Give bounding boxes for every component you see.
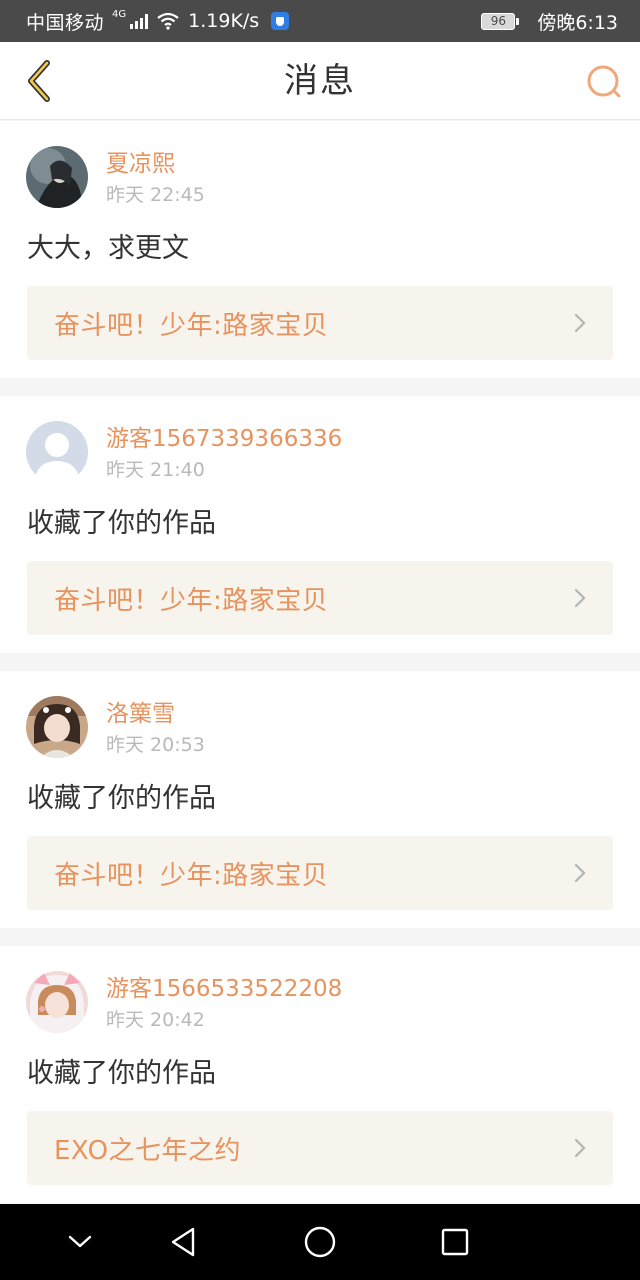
message-card: 游客1567339366336 昨天 21:40 收藏了你的作品 奋斗吧！少年:… — [0, 396, 640, 653]
chevron-right-icon — [574, 1138, 586, 1158]
system-recents-button[interactable] — [435, 1222, 475, 1262]
message-header: 游客1566533522208 昨天 20:42 — [26, 971, 342, 1035]
message-meta: 游客1566533522208 昨天 20:42 — [106, 971, 342, 1035]
home-circle-icon — [304, 1226, 336, 1258]
wifi-icon — [157, 12, 179, 30]
message-text: 收藏了你的作品 — [27, 1058, 216, 1089]
avatar[interactable] — [26, 146, 88, 208]
message-card: 洛篥雪 昨天 20:53 收藏了你的作品 奋斗吧！少年:路家宝贝 — [0, 671, 640, 928]
network-type: 4G — [112, 8, 127, 20]
chevron-right-icon — [574, 588, 586, 608]
clock: 傍晚6:13 — [537, 11, 618, 34]
message-header: 洛篥雪 昨天 20:53 — [26, 696, 205, 760]
hide-nav-button[interactable] — [60, 1222, 100, 1262]
message-meta: 洛篥雪 昨天 20:53 — [106, 696, 205, 760]
work-title: 奋斗吧！少年:路家宝贝 — [54, 310, 329, 341]
username[interactable]: 洛篥雪 — [106, 700, 205, 728]
username[interactable]: 游客1566533522208 — [106, 975, 342, 1003]
chevron-right-icon — [574, 313, 586, 333]
work-link[interactable]: EXO之七年之约 — [27, 1111, 613, 1185]
work-title: 奋斗吧！少年:路家宝贝 — [54, 860, 329, 891]
header-bar: 消息 — [0, 42, 640, 120]
message-meta: 夏凉熙 昨天 22:45 — [106, 146, 205, 210]
work-title: EXO之七年之约 — [54, 1135, 242, 1166]
battery-icon: 96 — [481, 12, 520, 30]
system-nav-bar — [0, 1204, 640, 1280]
message-card: 夏凉熙 昨天 22:45 大大，求更文 奋斗吧！少年:路家宝贝 — [0, 121, 640, 378]
work-title: 奋斗吧！少年:路家宝贝 — [54, 585, 329, 616]
search-icon — [587, 65, 621, 98]
system-home-button[interactable] — [300, 1222, 340, 1262]
message-text: 大大，求更文 — [27, 233, 189, 264]
system-back-button[interactable] — [163, 1222, 203, 1262]
timestamp: 昨天 22:45 — [106, 184, 205, 206]
timestamp: 昨天 20:42 — [106, 1009, 205, 1031]
carrier-label: 中国移动 — [26, 11, 105, 34]
message-header: 游客1567339366336 昨天 21:40 — [26, 421, 342, 485]
message-meta: 游客1567339366336 昨天 21:40 — [106, 421, 342, 485]
avatar[interactable] — [26, 696, 88, 758]
search-button[interactable] — [582, 60, 626, 104]
message-text: 收藏了你的作品 — [27, 783, 216, 814]
back-triangle-icon — [171, 1227, 195, 1257]
timestamp: 昨天 20:53 — [106, 734, 205, 756]
chevron-right-icon — [574, 863, 586, 883]
chevron-down-icon — [68, 1235, 92, 1248]
signal-icon — [130, 13, 149, 29]
timestamp: 昨天 21:40 — [106, 459, 205, 481]
network-speed: 1.19K/s — [188, 10, 260, 32]
username[interactable]: 夏凉熙 — [106, 150, 205, 178]
username[interactable]: 游客1567339366336 — [106, 425, 342, 453]
recents-square-icon — [441, 1228, 469, 1256]
status-bar: 中国移动 4G 1.19K/s 96 傍晚6:13 — [0, 0, 640, 42]
message-header: 夏凉熙 昨天 22:45 — [26, 146, 205, 210]
work-link[interactable]: 奋斗吧！少年:路家宝贝 — [27, 286, 613, 360]
avatar[interactable] — [26, 421, 88, 483]
message-card: 游客1566533522208 昨天 20:42 收藏了你的作品 EXO之七年之… — [0, 946, 640, 1203]
avatar[interactable] — [26, 971, 88, 1033]
work-link[interactable]: 奋斗吧！少年:路家宝贝 — [27, 561, 613, 635]
message-list: 夏凉熙 昨天 22:45 大大，求更文 奋斗吧！少年:路家宝贝 游客156733… — [0, 121, 640, 1221]
page-title: 消息 — [284, 61, 356, 101]
message-text: 收藏了你的作品 — [27, 508, 216, 539]
battery-level: 96 — [490, 14, 506, 28]
work-link[interactable]: 奋斗吧！少年:路家宝贝 — [27, 836, 613, 910]
shield-icon — [271, 12, 290, 30]
